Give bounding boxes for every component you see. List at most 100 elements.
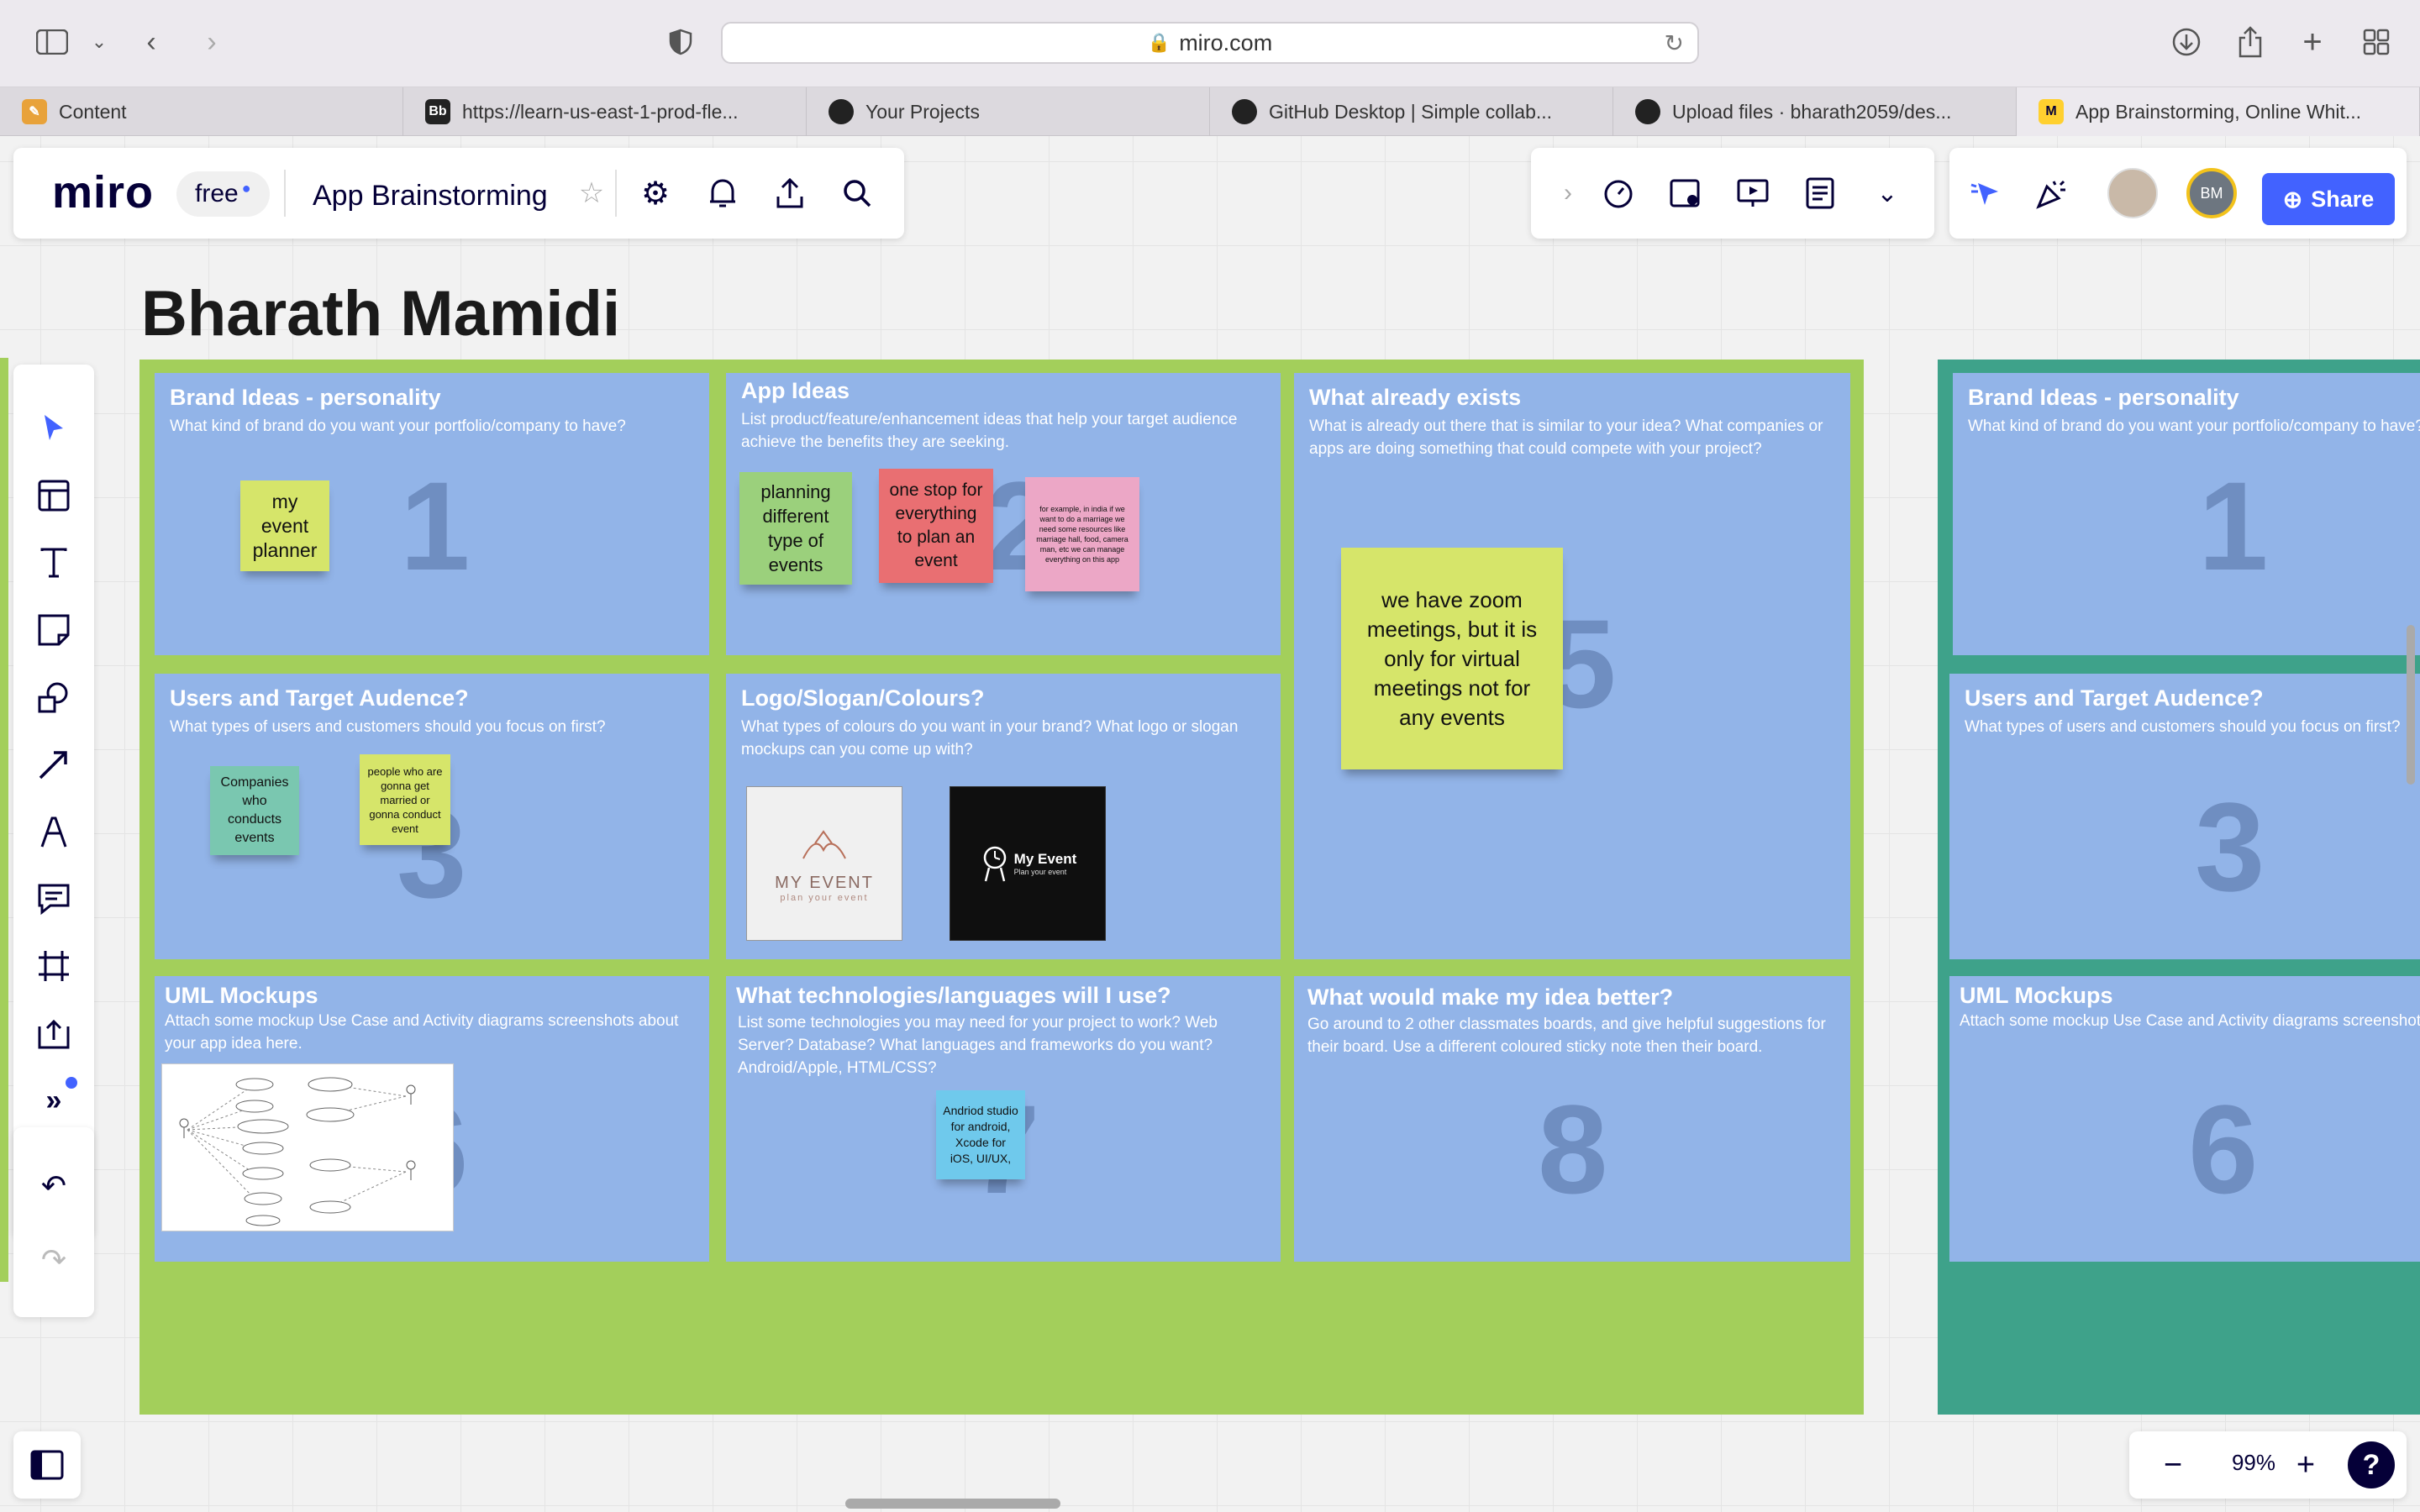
miro-logo[interactable]: miro xyxy=(52,166,154,218)
collaboration-tools-panel: › ⌄ xyxy=(1531,148,1934,239)
text-tool-icon[interactable] xyxy=(34,543,74,583)
reload-icon[interactable]: ↻ xyxy=(1665,29,1684,57)
sticky-note[interactable]: Andriod studio for android, Xcode for iO… xyxy=(936,1090,1025,1179)
sticky-note[interactable]: one stop for everything to plan an event xyxy=(879,469,993,583)
second-frame[interactable]: Brand Ideas - personality What kind of b… xyxy=(1938,360,2420,1415)
cell-brand-ideas[interactable]: Brand Ideas - personality What kind of b… xyxy=(155,373,709,655)
tab-your-projects[interactable]: Your Projects xyxy=(807,87,1210,136)
zoom-out-icon[interactable]: − xyxy=(2153,1445,2193,1485)
undo-redo-panel: ↶ ↷ xyxy=(13,1127,94,1317)
whiteboard-canvas[interactable]: miro free ● App Brainstorming ☆ ⚙ › ⌄ BM… xyxy=(0,136,2420,1512)
redo-icon[interactable]: ↷ xyxy=(34,1240,74,1280)
tab-github-desktop[interactable]: GitHub Desktop | Simple collab... xyxy=(1210,87,1613,136)
chevron-down-icon[interactable]: ⌄ xyxy=(81,24,118,60)
board-user-name[interactable]: Bharath Mamidi xyxy=(141,277,620,350)
upload-file-icon[interactable] xyxy=(34,1013,74,1053)
sticky-note[interactable]: planning different type of events xyxy=(739,472,852,585)
forward-icon[interactable]: › xyxy=(193,24,230,60)
new-tab-icon[interactable]: + xyxy=(2294,24,2331,60)
cell-title: UML Mockups xyxy=(1960,983,2113,1008)
presentation-icon[interactable] xyxy=(1733,173,1773,213)
comment-icon[interactable] xyxy=(34,879,74,919)
user-avatar-initials[interactable]: BM xyxy=(2186,168,2237,218)
tab-upload-files[interactable]: Upload files · bharath2059/des... xyxy=(1613,87,2017,136)
logo-mockup-dark[interactable]: My Event Plan your event xyxy=(950,786,1106,941)
cell-app-ideas[interactable]: App Ideas List product/feature/enhanceme… xyxy=(726,373,1281,655)
select-cursor-icon[interactable] xyxy=(34,408,74,449)
sticky-note[interactable]: Companies who conducts events xyxy=(210,766,299,855)
frame-icon[interactable] xyxy=(34,946,74,986)
tab-label: App Brainstorming, Online Whit... xyxy=(2075,100,2362,123)
cell-uml-mockups[interactable]: UML Mockups Attach some mockup Use Case … xyxy=(155,976,709,1262)
sticky-note[interactable]: we have zoom meetings, but it is only fo… xyxy=(1341,548,1563,769)
undo-icon[interactable]: ↶ xyxy=(34,1166,74,1206)
brainstorm-frame[interactable]: Brand Ideas - personality What kind of b… xyxy=(139,360,1864,1415)
cell-users-target[interactable]: Users and Target Audence? What types of … xyxy=(155,674,709,959)
star-icon[interactable]: ☆ xyxy=(571,173,612,213)
search-icon[interactable] xyxy=(837,173,877,213)
cell-what-already-exists[interactable]: What already exists What is already out … xyxy=(1294,373,1850,959)
plan-badge[interactable]: free ● xyxy=(176,171,270,217)
left-toolbar: » xyxy=(13,365,94,1238)
cell-idea-better[interactable]: What would make my idea better? Go aroun… xyxy=(1294,976,1850,1262)
shield-icon[interactable] xyxy=(662,24,699,60)
zoom-level[interactable]: 99% xyxy=(2212,1450,2296,1476)
cursor-follow-icon[interactable] xyxy=(1966,173,2007,213)
cell-users-target[interactable]: Users and Target Audence? What types of … xyxy=(1949,674,2420,959)
double-chevron-down-icon[interactable]: ⌄ xyxy=(1867,173,1907,213)
pen-icon[interactable] xyxy=(34,811,74,852)
logo-mockup-light[interactable]: MY EVENT plan your event xyxy=(746,786,902,941)
shapes-icon[interactable] xyxy=(34,677,74,717)
chevron-right-icon[interactable]: › xyxy=(1548,173,1588,213)
download-icon[interactable] xyxy=(2168,24,2205,60)
upload-icon[interactable] xyxy=(770,173,810,213)
share-button[interactable]: ⊕ Share xyxy=(2262,173,2395,225)
browser-toolbar: ⌄ ‹ › 🔒 miro.com ↻ + xyxy=(0,0,2420,87)
back-icon[interactable]: ‹ xyxy=(133,24,170,60)
sticky-note[interactable]: my event planner xyxy=(240,480,329,571)
bell-icon[interactable] xyxy=(702,173,743,213)
tab-overview-icon[interactable] xyxy=(2358,24,2395,60)
cell-title: Users and Target Audence? xyxy=(170,685,469,711)
help-button[interactable]: ? xyxy=(2348,1441,2395,1488)
timer-icon[interactable] xyxy=(1598,173,1639,213)
horizontal-scrollbar[interactable] xyxy=(845,1499,1060,1509)
tab-favicon-icon: ✎ xyxy=(22,99,47,124)
user-avatar-photo[interactable] xyxy=(2107,168,2158,218)
sticky-note-icon[interactable] xyxy=(34,610,74,650)
tab-app-brainstorming[interactable]: M App Brainstorming, Online Whit... xyxy=(2017,87,2420,136)
arrow-line-icon[interactable] xyxy=(34,744,74,785)
templates-icon[interactable] xyxy=(34,475,74,516)
globe-icon: ⊕ xyxy=(2282,186,2303,213)
plan-dot-icon: ● xyxy=(241,179,251,197)
share-page-icon[interactable] xyxy=(2232,24,2269,60)
cell-title: What already exists xyxy=(1309,385,1522,410)
uml-diagram-image[interactable] xyxy=(161,1063,454,1231)
sidebar-panel-icon[interactable] xyxy=(27,1445,67,1485)
logo-text: My Event Plan your event xyxy=(1014,851,1077,876)
tab-blackboard[interactable]: Bb https://learn-us-east-1-prod-fle... xyxy=(403,87,807,136)
address-bar[interactable]: 🔒 miro.com ↻ xyxy=(721,22,1699,64)
cell-logo-slogan[interactable]: Logo/Slogan/Colours? What types of colou… xyxy=(726,674,1281,959)
gear-icon[interactable]: ⚙ xyxy=(635,173,676,213)
board-title[interactable]: App Brainstorming xyxy=(313,180,548,213)
card-icon[interactable] xyxy=(1665,173,1706,213)
sidebar-toggle-icon[interactable] xyxy=(34,24,71,60)
vertical-scrollbar[interactable] xyxy=(2407,625,2415,785)
zoom-panel: − 99% + ? xyxy=(2129,1431,2407,1499)
reactions-icon[interactable] xyxy=(2032,173,2072,213)
github-icon xyxy=(829,99,854,124)
tab-content[interactable]: ✎ Content xyxy=(0,87,403,136)
divider xyxy=(615,170,617,217)
cell-brand-ideas[interactable]: Brand Ideas - personality What kind of b… xyxy=(1953,373,2420,655)
cell-uml-mockups[interactable]: UML Mockups Attach some mockup Use Case … xyxy=(1949,976,2420,1262)
notes-icon[interactable] xyxy=(1800,173,1840,213)
cell-desc: What types of users and customers should… xyxy=(1965,718,2401,736)
cell-technologies[interactable]: What technologies/languages will I use? … xyxy=(726,976,1281,1262)
zoom-in-icon[interactable]: + xyxy=(2286,1445,2326,1485)
cell-title: Users and Target Audence? xyxy=(1965,685,2264,711)
sticky-note[interactable]: people who are gonna get married or gonn… xyxy=(360,754,450,845)
left-frame-edge xyxy=(0,358,8,1282)
sticky-note[interactable]: for example, in india if we want to do a… xyxy=(1025,477,1139,591)
cell-title: Brand Ideas - personality xyxy=(170,385,441,410)
